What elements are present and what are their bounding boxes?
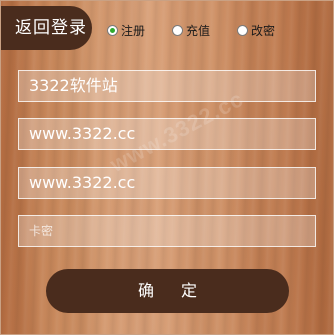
back-to-login-button[interactable]: 返回登录 — [1, 6, 92, 50]
mode-register-label: 注册 — [121, 23, 146, 38]
register-dialog: 返回登录 注册 充值 改密 3322软件站 www.3322.cc www.33… — [0, 0, 334, 335]
radio-checked-icon[interactable] — [107, 24, 118, 36]
confirm-button[interactable]: 确 定 — [46, 269, 289, 313]
password-input[interactable]: www.3322.cc — [18, 118, 316, 150]
radio-unchecked-icon[interactable] — [237, 24, 249, 36]
mode-recharge-option[interactable]: 充值 — [172, 22, 210, 39]
confirm-password-input[interactable]: www.3322.cc — [18, 167, 316, 199]
mode-register-option[interactable]: 注册 — [107, 22, 145, 39]
card-key-input[interactable]: 卡密 — [18, 215, 316, 247]
account-input[interactable]: 3322软件站 — [18, 70, 316, 102]
mode-recharge-label: 充值 — [186, 23, 211, 38]
mode-radio-group: 注册 充值 改密 — [107, 21, 302, 39]
mode-change-password-option[interactable]: 改密 — [237, 22, 275, 39]
radio-unchecked-icon[interactable] — [172, 24, 184, 36]
mode-change-password-label: 改密 — [251, 23, 276, 38]
